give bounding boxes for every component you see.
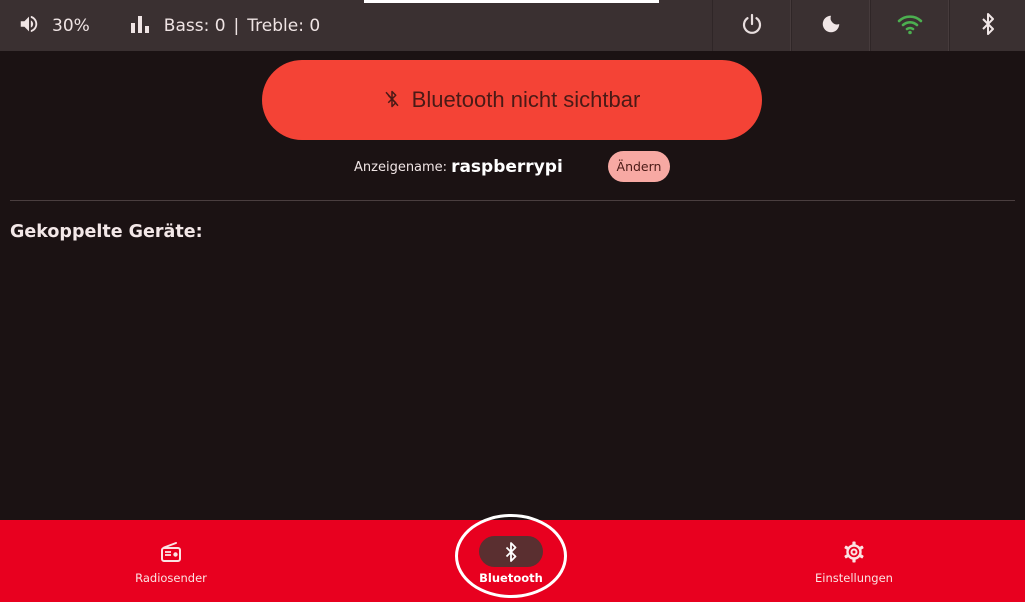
display-name-row: Anzeigename: raspberrypi xyxy=(354,152,563,182)
nav-label-settings: Einstellungen xyxy=(815,571,893,585)
app-window: 30% Bass: 0 | Treble: 0 Bluetooth nicht … xyxy=(0,0,1025,602)
nav-item-radio[interactable]: Radiosender xyxy=(81,520,261,602)
wifi-icon xyxy=(897,13,923,39)
system-buttons xyxy=(712,0,1025,51)
bluetooth-disabled-icon xyxy=(384,90,400,111)
night-mode-button[interactable] xyxy=(791,0,870,51)
bass-value: Bass: 0 xyxy=(163,15,226,36)
gear-icon xyxy=(822,536,886,567)
nav-item-settings[interactable]: Einstellungen xyxy=(764,520,944,602)
treble-value: Treble: 0 xyxy=(247,15,321,36)
audio-status: 30% Bass: 0 | Treble: 0 xyxy=(0,0,320,51)
speaker-icon xyxy=(18,13,40,39)
top-tab-indicator xyxy=(364,0,659,3)
bluetooth-icon xyxy=(978,12,998,40)
focus-highlight-ring xyxy=(455,514,567,598)
bluetooth-visibility-toggle[interactable]: Bluetooth nicht sichtbar xyxy=(262,60,762,140)
change-name-button[interactable]: Ändern xyxy=(608,151,670,182)
volume-indicator[interactable]: 30% xyxy=(18,13,90,39)
power-button[interactable] xyxy=(712,0,791,51)
separator: | xyxy=(233,15,240,36)
power-icon xyxy=(740,12,764,40)
nav-label-radio: Radiosender xyxy=(135,571,207,585)
paired-devices-heading: Gekoppelte Geräte: xyxy=(10,222,203,242)
moon-icon xyxy=(820,13,842,39)
status-bar: 30% Bass: 0 | Treble: 0 xyxy=(0,0,1025,51)
volume-value: 30% xyxy=(52,15,90,36)
radio-icon xyxy=(139,536,203,567)
equalizer-icon xyxy=(130,14,150,38)
divider xyxy=(10,200,1015,201)
display-name-label: Anzeigename: xyxy=(354,159,448,175)
bluetooth-visibility-label: Bluetooth nicht sichtbar xyxy=(411,87,641,112)
bluetooth-status-button[interactable] xyxy=(949,0,1025,51)
equalizer-indicator[interactable]: Bass: 0 | Treble: 0 xyxy=(130,14,320,38)
wifi-button[interactable] xyxy=(870,0,949,51)
display-name-value: raspberrypi xyxy=(451,157,563,177)
